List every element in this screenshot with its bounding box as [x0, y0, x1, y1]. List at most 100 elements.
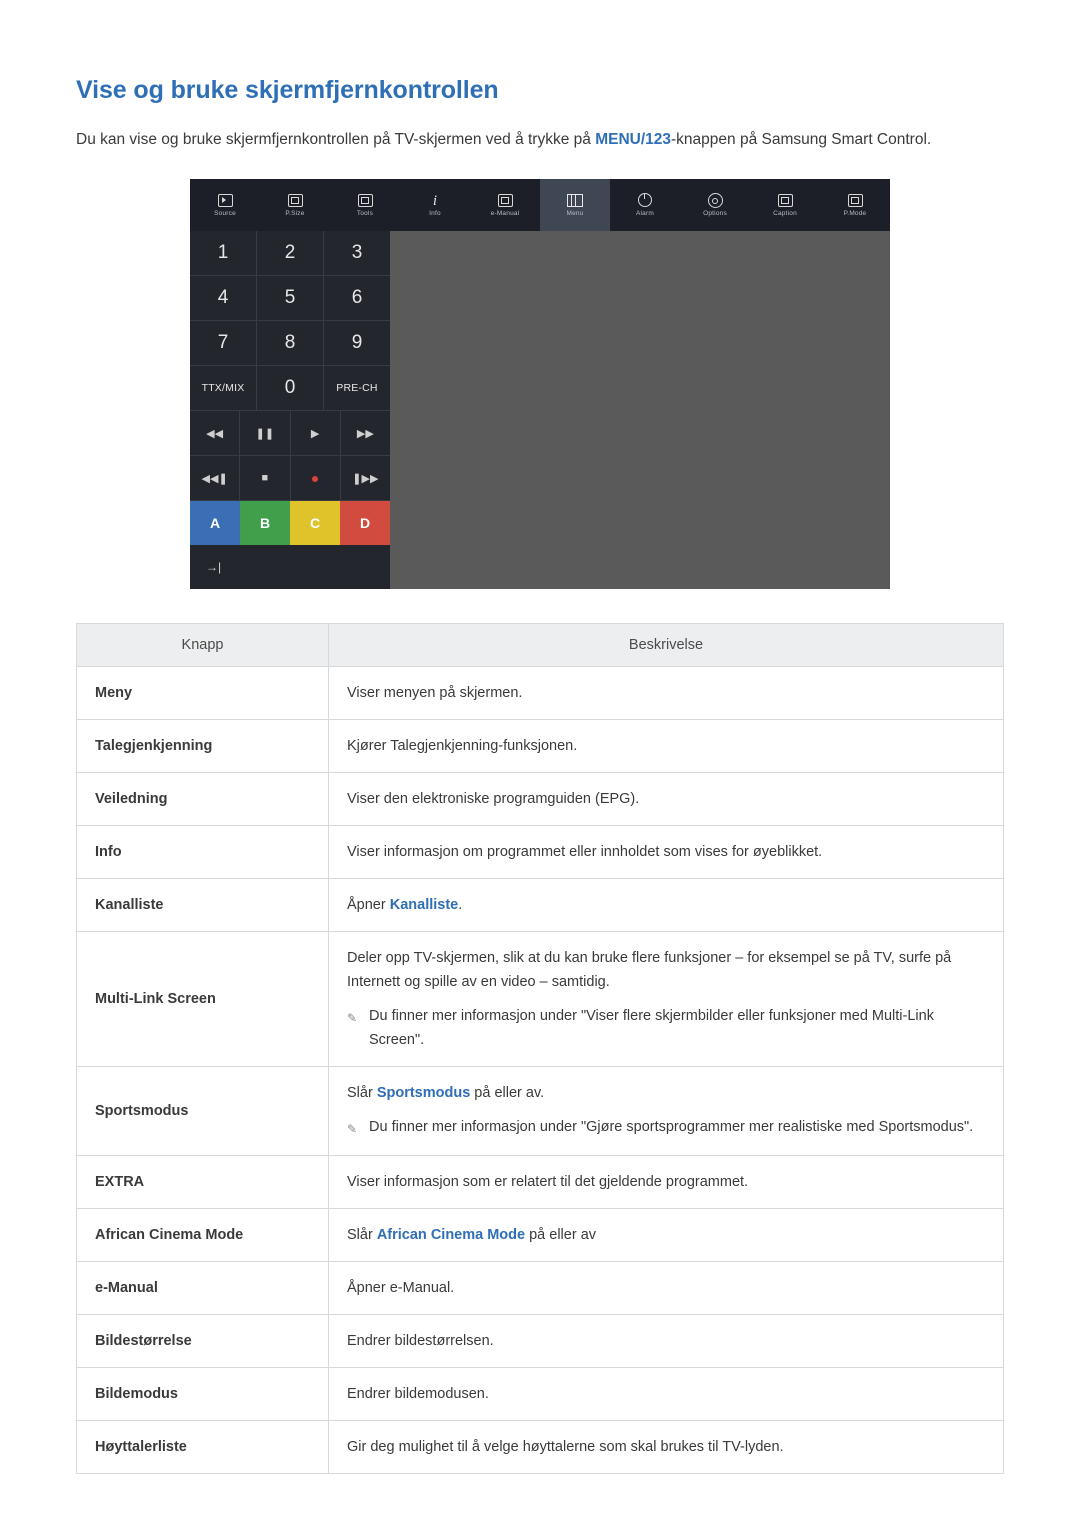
row-description: Deler opp TV-skjermen, slik at du kan br…: [328, 931, 1004, 1067]
color-button-a[interactable]: A: [190, 501, 240, 545]
rewind-icon[interactable]: ◀◀: [190, 411, 241, 455]
topbar-label: Menu: [566, 209, 584, 217]
topbar-item-tools[interactable]: Tools: [330, 179, 400, 231]
topbar-item-alarm[interactable]: Alarm: [610, 179, 680, 231]
desc-text: Deler opp TV-skjermen, slik at du kan br…: [347, 950, 952, 990]
options-icon: [707, 193, 723, 208]
topbar-label: P.Mode: [843, 209, 867, 217]
remote-body: 1 2 3 4 5 6 7 8 9 TTX/MIX 0 PRE-CH ◀◀ ❚❚…: [190, 231, 890, 589]
table-row: EXTRA Viser informasjon som er relatert …: [76, 1155, 1004, 1209]
table-row: Talegjenkjenning Kjører Talegjenkjenning…: [76, 719, 1004, 773]
numpad-key[interactable]: 6: [324, 276, 390, 320]
topbar-label: Alarm: [636, 210, 654, 217]
topbar-label: P.Size: [285, 209, 305, 217]
topbar-label: Options: [703, 210, 727, 217]
row-button-label: Sportsmodus: [76, 1066, 329, 1156]
note-text: Du finner mer informasjon under "Gjøre s…: [369, 1119, 974, 1135]
numpad-key[interactable]: 0: [257, 366, 324, 410]
topbar-label: e-Manual: [490, 209, 520, 217]
topbar-item-info[interactable]: i Info: [400, 179, 470, 231]
row-description: Åpner e-Manual.: [328, 1261, 1004, 1315]
row-description: Åpner Kanalliste.: [328, 878, 1004, 932]
column-header-button: Knapp: [76, 623, 329, 667]
note-block: ✎ Du finner mer informasjon under "Gjøre…: [347, 1115, 985, 1141]
numpad-key[interactable]: 8: [257, 321, 324, 365]
info-icon: i: [432, 192, 438, 209]
row-button-label: Talegjenkjenning: [76, 719, 329, 773]
row-button-label: Veiledning: [76, 772, 329, 826]
topbar-label: Info: [429, 209, 441, 217]
numpad-row: TTX/MIX 0 PRE-CH: [190, 366, 390, 411]
row-button-label: e-Manual: [76, 1261, 329, 1315]
table-row: Meny Viser menyen på skjermen.: [76, 666, 1004, 720]
table-row: Bildemodus Endrer bildemodusen.: [76, 1367, 1004, 1421]
numpad-key[interactable]: 1: [190, 231, 257, 275]
transport-row-1: ◀◀ ❚❚ ▶ ▶▶: [190, 411, 390, 456]
topbar-item-menu[interactable]: Menu: [540, 179, 610, 231]
alarm-icon: [638, 193, 652, 207]
ttx-mix-key[interactable]: TTX/MIX: [190, 366, 257, 410]
play-icon[interactable]: ▶: [291, 411, 341, 455]
previous-icon[interactable]: ◀◀❚: [190, 456, 241, 500]
next-icon[interactable]: ❚▶▶: [341, 456, 390, 500]
numpad-row: 7 8 9: [190, 321, 390, 366]
row-description: Endrer bildestørrelsen.: [328, 1314, 1004, 1368]
e-manual-icon: [497, 193, 513, 207]
numpad-row: 4 5 6: [190, 276, 390, 321]
row-description: Viser informasjon om programmet eller in…: [328, 825, 1004, 879]
row-button-label: Info: [76, 825, 329, 879]
tools-icon: [357, 193, 373, 207]
topbar-item-pmode[interactable]: P.Mode: [820, 179, 890, 231]
pause-icon[interactable]: ❚❚: [240, 411, 291, 455]
record-icon[interactable]: ●: [291, 456, 341, 500]
numpad-key[interactable]: 2: [257, 231, 324, 275]
numpad-key[interactable]: 7: [190, 321, 257, 365]
color-button-c[interactable]: C: [290, 501, 340, 545]
page-title: Vise og bruke skjermfjernkontrollen: [76, 76, 499, 104]
row-description: Viser informasjon som er relatert til de…: [328, 1155, 1004, 1209]
color-button-d[interactable]: D: [340, 501, 390, 545]
transport-row-2: ◀◀❚ ■ ● ❚▶▶: [190, 456, 390, 501]
row-button-label: Meny: [76, 666, 329, 720]
desc-text-post: .: [458, 897, 463, 913]
row-button-label: Bildemodus: [76, 1367, 329, 1421]
topbar-item-emanual[interactable]: e-Manual: [470, 179, 540, 231]
row-description: Viser menyen på skjermen.: [328, 666, 1004, 720]
row-description: Kjører Talegjenkjenning-funksjonen.: [328, 719, 1004, 773]
pre-ch-key[interactable]: PRE-CH: [324, 366, 390, 410]
topbar-label: Tools: [356, 209, 374, 217]
numpad-key[interactable]: 4: [190, 276, 257, 320]
exit-row[interactable]: →|: [190, 545, 390, 589]
desc-text: Slår Sportsmodus på eller av.: [347, 1081, 985, 1105]
row-description: Slår African Cinema Mode på eller av: [328, 1208, 1004, 1262]
stop-icon[interactable]: ■: [240, 456, 291, 500]
topbar-item-psize[interactable]: P.Size: [260, 179, 330, 231]
numpad-key[interactable]: 3: [324, 231, 390, 275]
table-row: Bildestørrelse Endrer bildestørrelsen.: [76, 1314, 1004, 1368]
topbar-item-options[interactable]: Options: [680, 179, 750, 231]
topbar-item-caption[interactable]: Caption: [750, 179, 820, 231]
row-button-label: Bildestørrelse: [76, 1314, 329, 1368]
intro-text-part1: Du kan vise og bruke skjermfjernkontroll…: [76, 131, 596, 148]
numpad-key[interactable]: 5: [257, 276, 324, 320]
color-button-b[interactable]: B: [240, 501, 290, 545]
caption-icon: [777, 193, 793, 207]
intro-text-part2: -knappen på Samsung Smart Control.: [671, 131, 932, 148]
table-header-row: Knapp Beskrivelse: [76, 623, 1004, 667]
desc-text-pre: Åpner: [347, 897, 390, 913]
table-row: Høyttalerliste Gir deg mulighet til å ve…: [76, 1420, 1004, 1474]
button-description-table: Knapp Beskrivelse Meny Viser menyen på s…: [76, 623, 1004, 1474]
document-page: Vise og bruke skjermfjernkontrollen Du k…: [0, 0, 1080, 1474]
row-description: Viser den elektroniske programguiden (EP…: [328, 772, 1004, 826]
row-button-label: Kanalliste: [76, 878, 329, 932]
row-button-label: Høyttalerliste: [76, 1420, 329, 1474]
table-row: African Cinema Mode Slår African Cinema …: [76, 1208, 1004, 1262]
table-row: Multi-Link Screen Deler opp TV-skjermen,…: [76, 931, 1004, 1067]
desc-keyword: Kanalliste: [389, 897, 459, 913]
desc-text-pre: Slår: [347, 1227, 377, 1243]
fast-forward-icon[interactable]: ▶▶: [341, 411, 390, 455]
topbar-item-source[interactable]: Source: [190, 179, 260, 231]
row-button-label: Multi-Link Screen: [76, 931, 329, 1067]
row-description: Endrer bildemodusen.: [328, 1367, 1004, 1421]
numpad-key[interactable]: 9: [324, 321, 390, 365]
